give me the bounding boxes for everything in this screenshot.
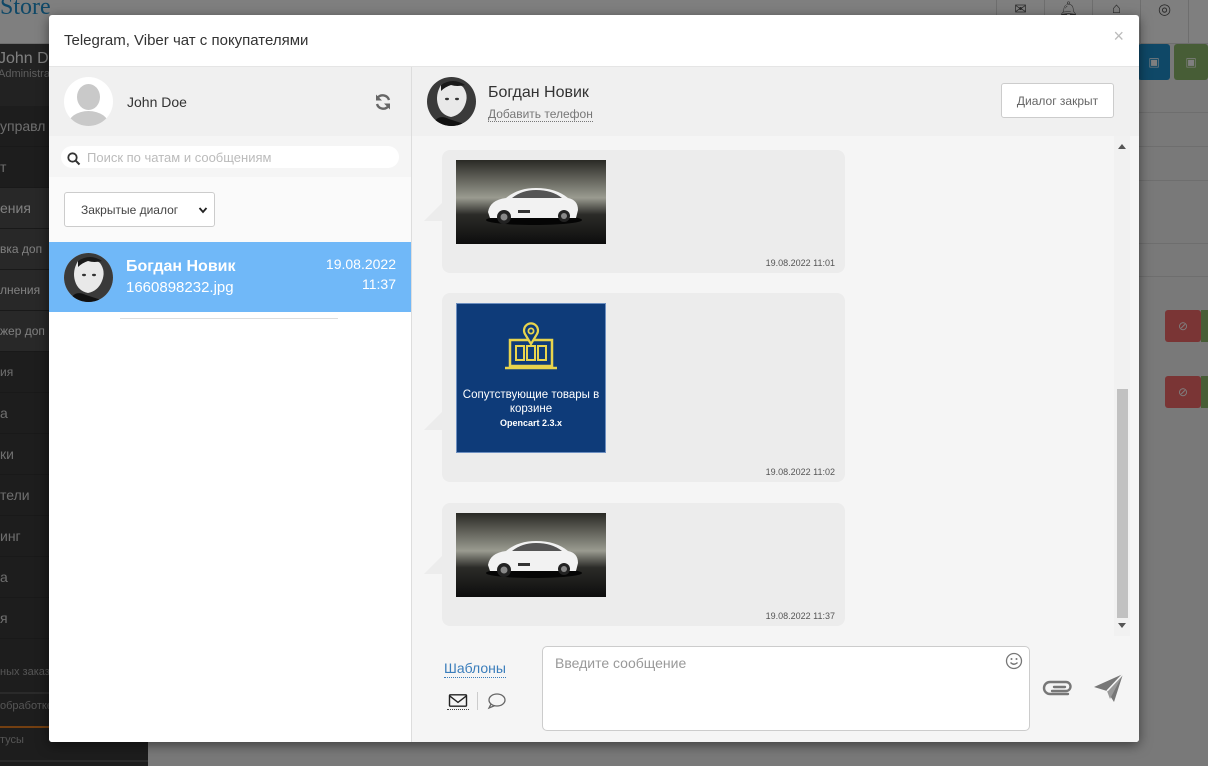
envelope-icon[interactable]	[447, 692, 469, 710]
chat-item-time: 11:37	[362, 276, 396, 292]
chat-list-panel: John Doe Зак	[49, 67, 412, 742]
car-image[interactable]	[456, 513, 606, 597]
contact-name: Богдан Новик	[488, 83, 589, 101]
contact-header: Богдан Новик Добавить телефон Диалог зак…	[412, 67, 1139, 136]
close-icon[interactable]: ×	[1113, 27, 1124, 45]
chevron-down-icon	[198, 206, 208, 213]
banner-title: Сопутствующие товары в корзине	[462, 389, 600, 415]
search-bar	[49, 136, 411, 177]
dialog-filter-select[interactable]: Закрытые диалог	[64, 192, 215, 227]
scroll-down-arrow-icon[interactable]	[1118, 623, 1126, 628]
search-icon	[67, 151, 81, 165]
banner-subtitle: Opencart 2.3.x	[499, 418, 563, 428]
modal-header: Telegram, Viber чат с покупателями ×	[49, 15, 1139, 67]
banner-image[interactable]: Сопутствующие товары в корзине Opencart …	[456, 303, 606, 453]
message-input[interactable]	[542, 646, 1030, 731]
conversation-panel: Богдан Новик Добавить телефон Диалог зак…	[412, 67, 1139, 742]
message-list: 19.08.2022 11:01 Сопутствующие товары в …	[412, 136, 1139, 636]
car-image[interactable]	[456, 160, 606, 244]
message-bubble: 19.08.2022 11:37	[424, 503, 845, 626]
shop-icon	[505, 322, 557, 370]
message-bubble: Сопутствующие товары в корзине Opencart …	[424, 293, 845, 482]
message-time: 19.08.2022 11:37	[765, 611, 835, 621]
contact-avatar	[427, 77, 476, 126]
scrollbar-thumb[interactable]	[1117, 389, 1128, 618]
current-user-bar: John Doe	[49, 67, 411, 136]
add-phone-link[interactable]: Добавить телефон	[488, 107, 593, 122]
chat-item-date: 19.08.2022	[325, 256, 396, 272]
contact-avatar	[64, 252, 113, 302]
send-icon[interactable]	[1092, 672, 1125, 704]
bubble-tail	[424, 412, 442, 430]
modal-body: John Doe Зак	[49, 67, 1139, 742]
dialog-filter-value: Закрытые диалог	[81, 202, 179, 217]
chat-item-info: Богдан Новик 1660898232.jpg	[126, 256, 236, 298]
current-user-name: John Doe	[127, 93, 187, 110]
bubble-tail	[424, 203, 442, 221]
chat-modal: Telegram, Viber чат с покупателями × Joh…	[49, 15, 1139, 742]
search-input[interactable]	[87, 149, 387, 165]
speech-bubble-icon[interactable]	[486, 692, 506, 710]
refresh-icon[interactable]	[374, 93, 392, 111]
bubble-tail	[424, 556, 442, 574]
message-composer: Шаблоны	[412, 636, 1139, 742]
message-time: 19.08.2022 11:01	[765, 258, 835, 268]
chat-item-preview: 1660898232.jpg	[126, 279, 234, 296]
dialog-status-button[interactable]: Диалог закрыт	[1001, 83, 1114, 118]
chat-item-name: Богдан Новик	[126, 258, 236, 275]
chat-list-item[interactable]: Богдан Новик 1660898232.jpg 19.08.2022 1…	[49, 242, 411, 312]
message-time: 19.08.2022 11:02	[765, 467, 835, 477]
search-box	[61, 146, 399, 168]
chat-list-divider	[120, 318, 338, 319]
templates-link[interactable]: Шаблоны	[444, 660, 506, 678]
filter-bar: Закрытые диалог	[49, 177, 411, 242]
chat-item-datetime: 19.08.2022 11:37	[326, 254, 396, 294]
modal-title: Telegram, Viber чат с покупателями	[64, 32, 309, 49]
message-bubble: 19.08.2022 11:01	[424, 150, 845, 273]
smile-icon[interactable]	[1005, 652, 1023, 670]
message-scrollbar[interactable]	[1114, 136, 1130, 636]
contact-info: Богдан Новик Добавить телефон	[488, 81, 593, 123]
scroll-up-arrow-icon[interactable]	[1118, 144, 1126, 149]
channel-toggle	[447, 692, 506, 710]
channel-divider	[477, 692, 478, 710]
user-avatar-icon	[64, 77, 113, 126]
paperclip-icon[interactable]	[1042, 676, 1074, 698]
